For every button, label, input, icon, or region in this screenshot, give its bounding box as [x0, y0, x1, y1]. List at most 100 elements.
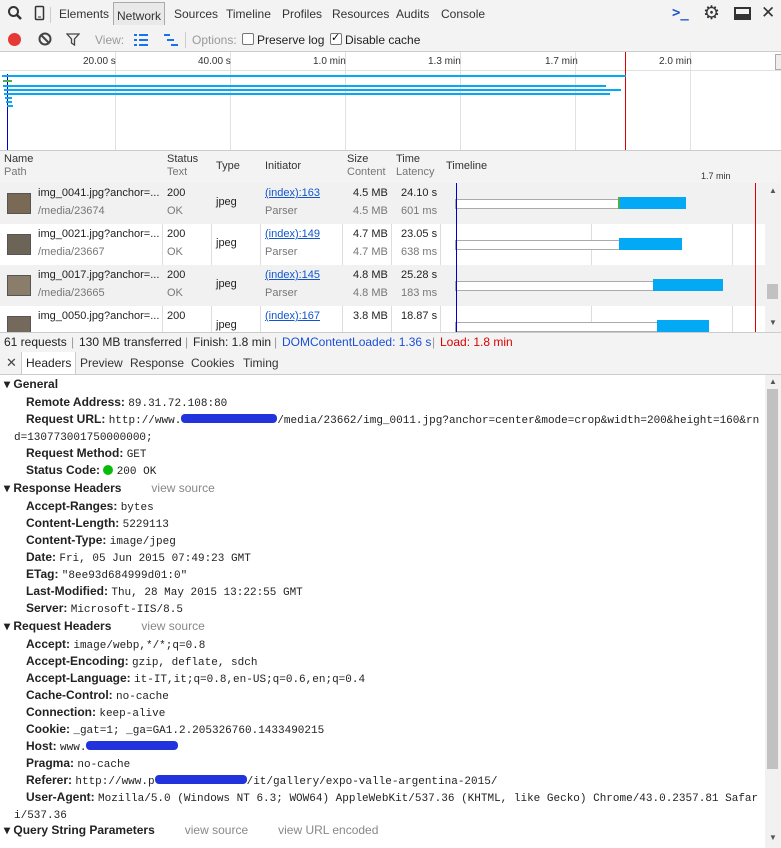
table-row[interactable]: img_0017.jpg?anchor=... /media/23665 200… [0, 265, 765, 306]
devtools-tabbar: Elements Network Sources Timeline Profil… [0, 0, 781, 30]
initiator-type: Parser [265, 205, 298, 217]
disable-cache-label: Disable cache [345, 33, 421, 47]
initiator-link[interactable]: (index):149 [265, 226, 320, 243]
request-name[interactable]: img_0050.jpg?anchor=... [38, 308, 159, 325]
overview-tick: 1.3 min [428, 56, 461, 67]
dock-icon[interactable] [734, 7, 752, 24]
tab-network[interactable]: Network [113, 2, 166, 25]
request-url-row: Request URL: http://www./media/23662/img… [26, 412, 760, 427]
tab-response[interactable]: Response [130, 356, 184, 370]
close-devtools-icon[interactable]: ✕ [761, 3, 775, 23]
overview-bar [6, 101, 12, 103]
load-line [625, 52, 626, 150]
type: jpeg [216, 196, 237, 208]
tab-console[interactable]: Console [441, 7, 485, 21]
header-row: Content-Type: image/jpeg [26, 533, 176, 548]
overview-tick: 1.0 min [313, 56, 346, 67]
status-text: OK [167, 287, 183, 299]
redacted-host [181, 414, 278, 423]
load-time: Load: 1.8 min [440, 335, 513, 349]
header-row: Referer: http://www.p/it/gallery/expo-va… [26, 773, 498, 788]
table-row[interactable]: img_0021.jpg?anchor=... /media/23667 200… [0, 224, 765, 265]
view-url-encoded-link[interactable]: view URL encoded [278, 823, 378, 837]
status-code: 200 [167, 187, 186, 199]
col-size-header[interactable]: Size Content [347, 153, 386, 179]
redacted-host [86, 741, 179, 750]
request-count: 61 requests [4, 335, 67, 349]
status-text: OK [167, 246, 183, 258]
header-row: Date: Fri, 05 Jun 2015 07:49:23 GMT [26, 550, 251, 565]
view-source-link[interactable]: view source [185, 823, 248, 837]
table-row[interactable]: img_0050.jpg?anchor=... 200 jpeg (index)… [0, 306, 765, 332]
request-name[interactable]: img_0041.jpg?anchor=... [38, 185, 159, 202]
tab-headers[interactable]: Headers [21, 352, 77, 374]
type: jpeg [216, 319, 237, 331]
col-initiator-header[interactable]: Initiator [265, 160, 301, 173]
tab-elements[interactable]: Elements [59, 7, 109, 21]
timeline-wait-bar [455, 322, 659, 332]
request-url-continued: d=130773001750000000; [14, 432, 153, 444]
details-scrollbar-thumb[interactable] [767, 389, 778, 769]
col-type-header[interactable]: Type [216, 160, 240, 173]
table-row[interactable]: img_0041.jpg?anchor=... /media/23674 200… [0, 183, 765, 224]
console-drawer-icon[interactable]: >_ [672, 5, 689, 21]
request-name[interactable]: img_0021.jpg?anchor=... [38, 226, 159, 243]
tab-timing[interactable]: Timing [243, 356, 279, 370]
query-params-toggle[interactable]: ▾ Query String Parameters view source view… [4, 823, 378, 837]
overview-bar [2, 75, 626, 77]
network-overview[interactable]: 20.00 s 40.00 s 1.0 min 1.3 min 1.7 min … [0, 52, 781, 151]
transferred-size: 130 MB transferred [79, 335, 182, 349]
tab-cookies[interactable]: Cookies [191, 356, 234, 370]
overview-bar [4, 93, 610, 95]
initiator-link[interactable]: (index):145 [265, 267, 320, 284]
initiator-link[interactable]: (index):163 [265, 185, 320, 202]
general-section-toggle[interactable]: ▾ General [4, 377, 58, 391]
tab-preview[interactable]: Preview [80, 356, 123, 370]
close-detail-icon[interactable]: ✕ [6, 355, 17, 371]
latency: 638 ms [401, 246, 438, 258]
initiator-link[interactable]: (index):167 [265, 308, 320, 325]
scroll-down-icon[interactable]: ▼ [769, 318, 777, 327]
status-code: 200 [167, 310, 186, 322]
network-status-bar: 61 requests | 130 MB transferred | Finis… [0, 332, 781, 353]
tab-sources[interactable]: Sources [174, 7, 218, 21]
disable-cache-checkbox[interactable]: Disable cache [330, 31, 421, 47]
scroll-up-icon[interactable]: ▲ [769, 377, 777, 386]
collapse-icon: ▾ [4, 823, 14, 837]
time: 18.87 s [401, 310, 438, 322]
scroll-up-icon[interactable]: ▲ [769, 186, 777, 195]
table-scrollbar-thumb[interactable] [767, 284, 778, 299]
gear-icon[interactable]: ⚙ [703, 2, 720, 25]
view-source-link[interactable]: view source [141, 619, 204, 633]
request-headers-toggle[interactable]: ▾ Request Headers view source [4, 619, 205, 633]
tab-timeline[interactable]: Timeline [226, 7, 271, 21]
filter-icon[interactable] [65, 33, 81, 49]
col-time-header[interactable]: Time Latency [396, 153, 435, 179]
overview-icon[interactable] [164, 34, 178, 49]
size: 3.8 MB [353, 310, 388, 322]
col-timeline-header[interactable]: Timeline [446, 160, 487, 173]
response-headers-toggle[interactable]: ▾ Response Headers view source [4, 481, 215, 495]
header-row: Server: Microsoft-IIS/8.5 [26, 601, 183, 616]
scroll-down-icon[interactable]: ▼ [769, 833, 777, 842]
tab-audits[interactable]: Audits [396, 7, 429, 21]
request-name[interactable]: img_0017.jpg?anchor=... [38, 267, 159, 284]
overview-tick: 2.0 min [659, 56, 692, 67]
tab-profiles[interactable]: Profiles [282, 7, 322, 21]
table-scrollbar[interactable] [765, 183, 781, 332]
large-rows-icon[interactable] [134, 34, 148, 49]
status-code: 200 [167, 228, 186, 240]
record-icon[interactable] [8, 33, 21, 46]
disable-cache-box[interactable] [330, 31, 342, 45]
latency: 183 ms [401, 287, 438, 299]
col-name-header[interactable]: Name Path [4, 153, 33, 179]
preserve-log-box[interactable] [242, 33, 254, 45]
clear-icon[interactable] [38, 32, 52, 49]
col-status-header[interactable]: Status Text [167, 153, 198, 179]
tab-resources[interactable]: Resources [332, 7, 389, 21]
search-icon[interactable] [7, 5, 23, 24]
timeline-receive-bar [619, 238, 682, 250]
device-mode-icon[interactable] [34, 5, 46, 25]
view-source-link[interactable]: view source [151, 481, 214, 495]
preserve-log-checkbox[interactable]: Preserve log [242, 33, 324, 47]
